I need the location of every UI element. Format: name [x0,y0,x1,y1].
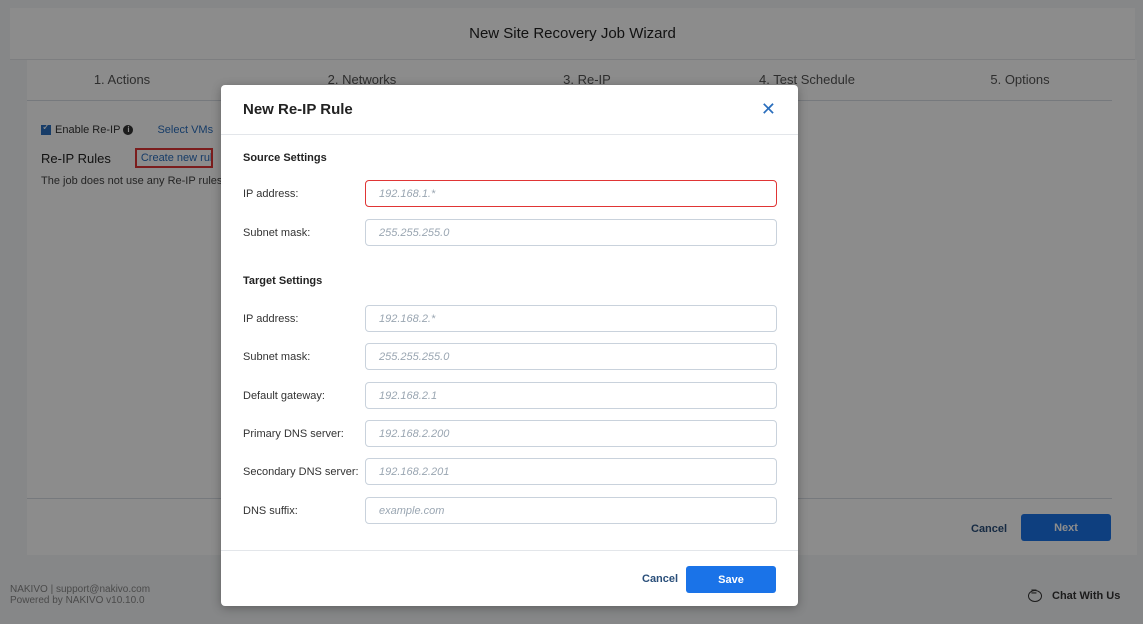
modal-header: New Re-IP Rule ✕ [221,85,798,135]
dns-suffix-input[interactable]: example.com [365,497,777,524]
dns-suffix-label: DNS suffix: [243,505,298,517]
modal-title: New Re-IP Rule [243,101,353,118]
default-gateway-input[interactable]: 192.168.2.1 [365,382,777,409]
source-subnet-label: Subnet mask: [243,227,311,239]
secondary-dns-label: Secondary DNS server: [243,466,359,478]
source-ip-label: IP address: [243,188,299,200]
target-ip-input[interactable]: 192.168.2.* [365,305,777,332]
target-settings-title: Target Settings [243,275,323,287]
primary-dns-input[interactable]: 192.168.2.200 [365,420,777,447]
source-ip-input[interactable]: 192.168.1.* [365,180,777,207]
target-ip-label: IP address: [243,313,299,325]
primary-dns-label: Primary DNS server: [243,428,344,440]
source-subnet-input[interactable]: 255.255.255.0 [365,219,777,246]
modal-cancel-button[interactable]: Cancel [642,573,678,585]
default-gateway-label: Default gateway: [243,390,325,402]
modal-footer: Cancel Save [221,550,798,606]
modal-save-button[interactable]: Save [686,566,776,593]
target-subnet-label: Subnet mask: [243,351,311,363]
target-subnet-input[interactable]: 255.255.255.0 [365,343,777,370]
secondary-dns-input[interactable]: 192.168.2.201 [365,458,777,485]
source-settings-title: Source Settings [243,152,327,164]
new-re-ip-rule-dialog: New Re-IP Rule ✕ Source Settings IP addr… [221,85,798,606]
close-icon[interactable]: ✕ [761,100,776,119]
